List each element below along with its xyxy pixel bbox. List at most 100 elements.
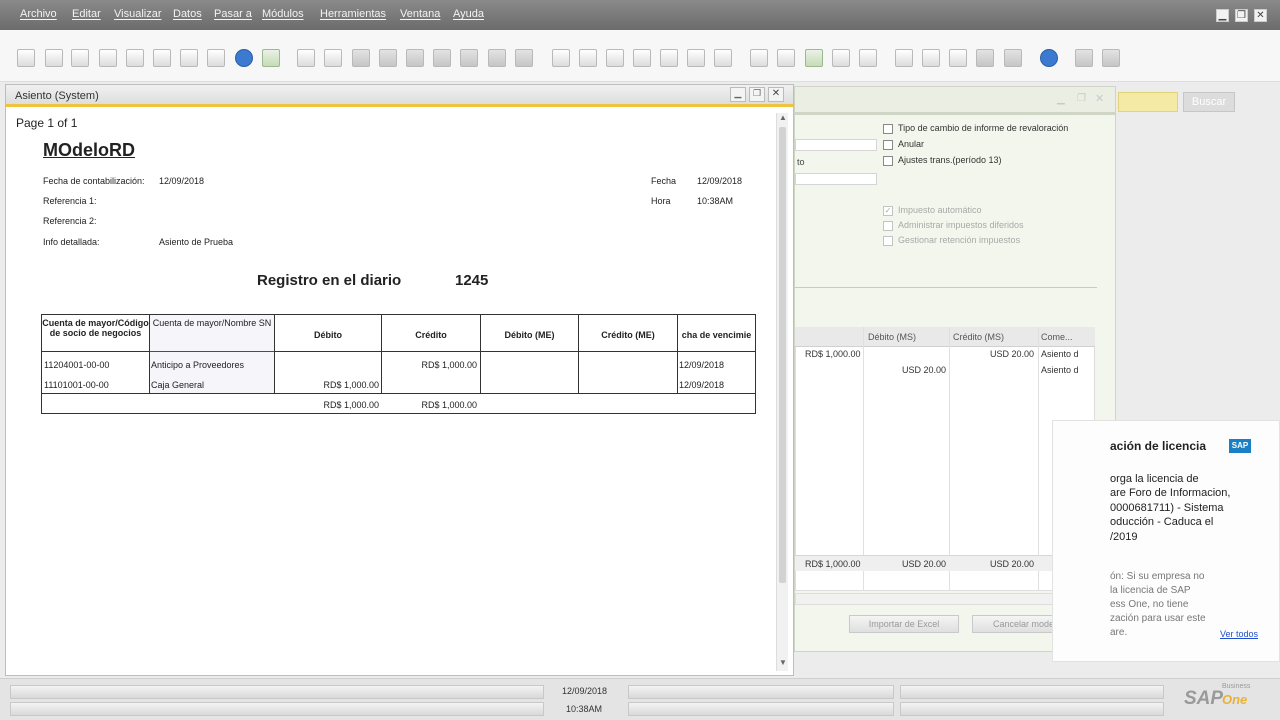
checkbox-box[interactable]	[883, 139, 893, 150]
filter-icon[interactable]	[488, 49, 506, 67]
checkbox-box: ✓	[883, 205, 893, 216]
navigate-up-icon[interactable]	[235, 49, 253, 67]
sort-icon[interactable]	[515, 49, 533, 67]
scrollbar-thumb[interactable]	[779, 127, 786, 583]
checkbox-period-13[interactable]: Ajustes trans.(período 13)	[883, 155, 1002, 169]
menu-archivo[interactable]: Archivo	[20, 8, 57, 20]
menu-datos[interactable]: Datos	[173, 8, 202, 20]
menu-visualizar[interactable]: Visualizar	[114, 8, 162, 20]
total-debit: RD$ 1,000.00	[323, 400, 379, 410]
new-icon[interactable]	[17, 49, 35, 67]
table-border	[41, 413, 756, 414]
import-excel-button[interactable]: Importar de Excel	[849, 615, 959, 633]
form-minimize-button[interactable]: ▁	[1057, 94, 1065, 105]
base-document-icon[interactable]	[552, 49, 570, 67]
next-record-icon[interactable]	[406, 49, 424, 67]
refresh-icon[interactable]	[460, 49, 478, 67]
mail-error-icon[interactable]	[922, 49, 940, 67]
checkbox-label: Ajustes trans.(período 13)	[898, 155, 1002, 165]
app-close-button[interactable]: ✕	[1254, 9, 1267, 22]
currency-icon[interactable]	[687, 49, 705, 67]
grid-cell[interactable]: USD 20.00	[990, 349, 1034, 359]
view-all-link[interactable]: Ver todos	[1220, 629, 1258, 639]
copy-icon[interactable]	[180, 49, 198, 67]
report-vertical-scrollbar[interactable]: ▲ ▼	[776, 113, 788, 671]
find-icon[interactable]	[262, 49, 280, 67]
toolbar	[0, 30, 1280, 82]
help-icon[interactable]	[1040, 49, 1058, 67]
edit-form-icon[interactable]	[805, 49, 823, 67]
app-minimize-button[interactable]: ▁	[1216, 9, 1229, 22]
grid-column-line	[1038, 327, 1039, 591]
attachment-icon[interactable]	[777, 49, 795, 67]
grid-cell[interactable]: RD$ 1,000.00	[805, 349, 861, 359]
form-field-label: to	[797, 157, 805, 167]
window-icon[interactable]	[1075, 49, 1093, 67]
add-row-icon[interactable]	[297, 49, 315, 67]
menu-modulos[interactable]: Módulos	[262, 8, 304, 20]
document-icon[interactable]	[207, 49, 225, 67]
form-text-field[interactable]	[795, 139, 877, 151]
exit-icon[interactable]	[1102, 49, 1120, 67]
email-icon[interactable]	[71, 49, 89, 67]
report-close-button[interactable]: ✕	[768, 87, 784, 102]
previous-record-icon[interactable]	[379, 49, 397, 67]
target-document-icon[interactable]	[579, 49, 597, 67]
menu-editar[interactable]: Editar	[72, 8, 101, 20]
last-record-icon[interactable]	[433, 49, 451, 67]
lock-icon[interactable]	[976, 49, 994, 67]
app-restore-button[interactable]: ❐	[1235, 9, 1248, 22]
sap-logo-icon: SAP	[1229, 439, 1251, 453]
print-icon[interactable]	[45, 49, 63, 67]
messages-icon[interactable]	[832, 49, 850, 67]
cut-icon[interactable]	[153, 49, 171, 67]
settings-icon[interactable]	[714, 49, 732, 67]
form-maximize-button[interactable]: ❐	[1077, 93, 1086, 104]
scroll-down-icon[interactable]: ▼	[779, 658, 787, 667]
grid-total-credit-sc: USD 20.00	[990, 559, 1035, 569]
report-maximize-button[interactable]: ❐	[749, 87, 765, 102]
journal-icon[interactable]	[606, 49, 624, 67]
search-input[interactable]	[1118, 92, 1178, 112]
details-value: Asiento de Prueba	[159, 237, 234, 247]
status-segment	[900, 702, 1164, 716]
checkbox-box	[883, 235, 893, 246]
alerts-icon[interactable]	[859, 49, 877, 67]
form-text-field[interactable]	[795, 173, 877, 185]
user-icon[interactable]	[1004, 49, 1022, 67]
calendar-icon[interactable]	[895, 49, 913, 67]
payment-icon[interactable]	[633, 49, 651, 67]
grid-cell[interactable]: Asiento d	[1041, 349, 1079, 359]
checkbox-box[interactable]	[883, 123, 893, 134]
menu-ayuda[interactable]: Ayuda	[453, 8, 484, 20]
menu-herramientas[interactable]: Herramientas	[320, 8, 386, 20]
license-line: 0000681711) - Sistema	[1110, 502, 1224, 514]
menu-pasar-a[interactable]: Pasar a	[214, 8, 252, 20]
posting-date-value: 12/09/2018	[159, 176, 205, 186]
paste-icon[interactable]	[126, 49, 144, 67]
first-record-icon[interactable]	[352, 49, 370, 67]
export-icon[interactable]	[99, 49, 117, 67]
grid-total-credit: USD 20.00	[902, 559, 947, 569]
reference-2-label: Referencia 2:	[43, 216, 97, 226]
form-close-button[interactable]: ✕	[1095, 92, 1104, 105]
scroll-up-icon[interactable]: ▲	[779, 113, 787, 122]
report-minimize-button[interactable]: ▁	[730, 87, 746, 102]
menu-ventana[interactable]: Ventana	[400, 8, 440, 20]
gross-profit-icon[interactable]	[660, 49, 678, 67]
total-credit: RD$ 1,000.00	[421, 400, 477, 410]
report-icon[interactable]	[949, 49, 967, 67]
horizontal-scrollbar[interactable]: ▶	[795, 593, 1079, 605]
search-button[interactable]: Buscar	[1183, 92, 1235, 112]
page-indicator: Page 1 of 1	[16, 116, 78, 130]
pencil-icon[interactable]	[750, 49, 768, 67]
checkbox-cancel[interactable]: Anular	[883, 139, 924, 153]
checkbox-revaluation-rate[interactable]: Tipo de cambio de informe de revaloració…	[883, 123, 1068, 137]
checkbox-deferred-tax: Administrar impuestos diferidos	[883, 220, 1024, 234]
checkbox-box[interactable]	[883, 155, 893, 166]
list-icon[interactable]	[324, 49, 342, 67]
grid-cell[interactable]: Asiento d	[1041, 365, 1079, 375]
status-segment	[628, 702, 894, 716]
grid-cell[interactable]: USD 20.00	[902, 365, 946, 375]
date-label: Fecha	[651, 176, 677, 186]
